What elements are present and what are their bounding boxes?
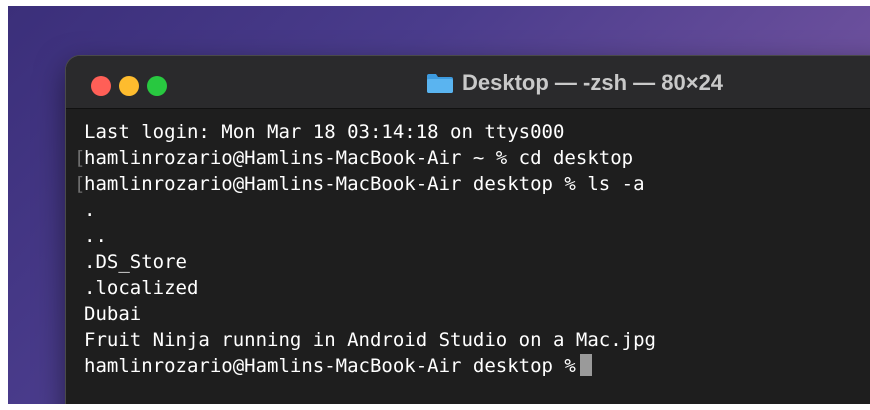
close-button[interactable]: [91, 76, 111, 96]
text-cursor: [579, 354, 592, 376]
terminal-line: .: [84, 199, 96, 221]
terminal-line: hamlinrozario@Hamlins-MacBook-Air deskto…: [84, 173, 645, 195]
terminal-line: .localized: [84, 277, 199, 299]
folder-icon: [426, 72, 454, 94]
minimize-button[interactable]: [119, 76, 139, 96]
window-title: Desktop — -zsh — 80×24: [462, 70, 724, 95]
terminal-window[interactable]: Desktop — -zsh — 80×24 Last login: Mon M…: [66, 56, 870, 404]
terminal-line: Last login: Mon Mar 18 03:14:18 on ttys0…: [84, 121, 565, 143]
terminal-line: .DS_Store: [84, 251, 187, 273]
terminal-line: hamlinrozario@Hamlins-MacBook-Air ~ % cd…: [84, 147, 634, 169]
current-prompt-line[interactable]: hamlinrozario@Hamlins-MacBook-Air deskto…: [84, 353, 592, 379]
desktop-background: Desktop — -zsh — 80×24 Last login: Mon M…: [8, 6, 870, 404]
terminal-line: Fruit Ninja running in Android Studio on…: [84, 329, 656, 351]
terminal-line: ..: [84, 225, 107, 247]
zoom-button[interactable]: [147, 76, 167, 96]
terminal-line: Dubai: [84, 303, 142, 325]
current-prompt: hamlinrozario@Hamlins-MacBook-Air deskto…: [84, 355, 576, 377]
window-title-group: Desktop — -zsh — 80×24: [426, 69, 723, 97]
terminal-output[interactable]: Last login: Mon Mar 18 03:14:18 on ttys0…: [66, 109, 870, 404]
title-bar[interactable]: Desktop — -zsh — 80×24: [66, 56, 870, 109]
